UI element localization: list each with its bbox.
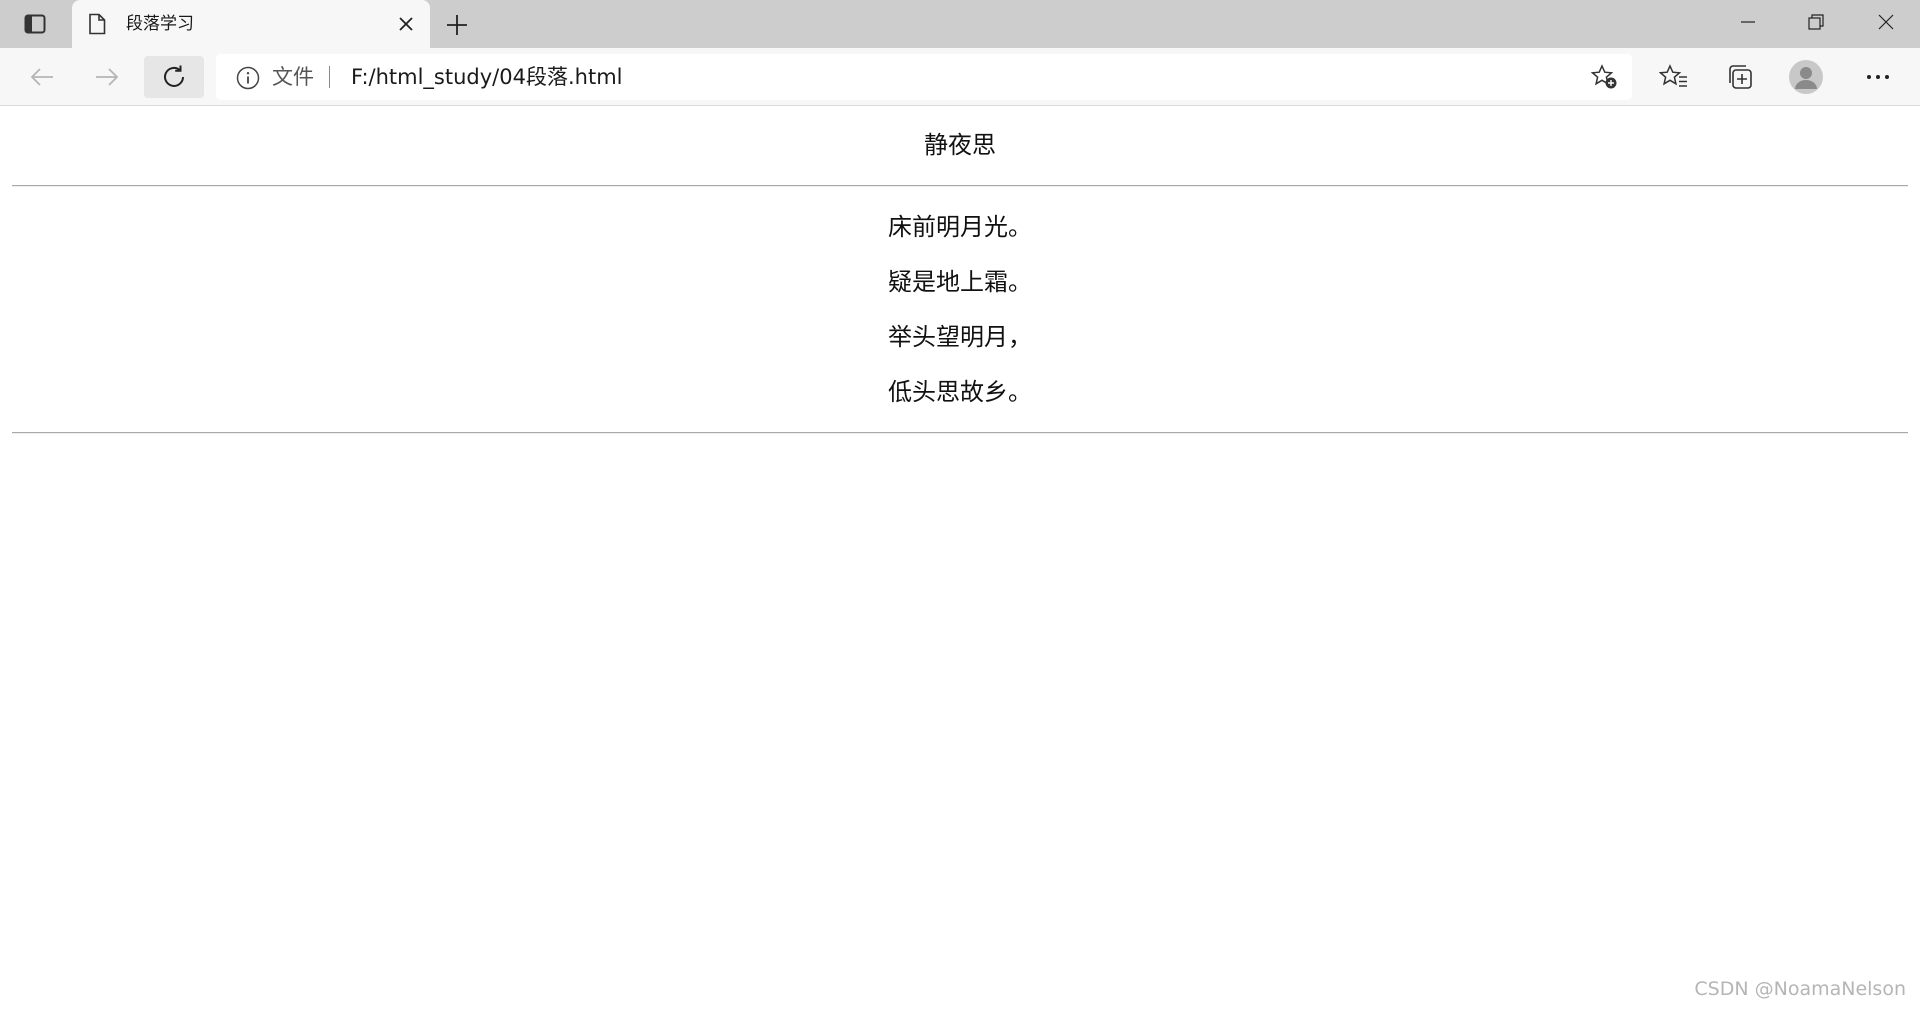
close-window-button[interactable] bbox=[1852, 0, 1920, 44]
poem-line-2: 疑是地上霜。 bbox=[888, 268, 1032, 296]
vertical-tabs-icon bbox=[24, 14, 46, 34]
new-tab-button[interactable] bbox=[442, 10, 472, 40]
tab-title: 段落学习 bbox=[126, 14, 194, 34]
address-bar[interactable]: 文件 F:/html_study/04段落.html bbox=[216, 54, 1632, 100]
poem-line-1: 床前明月光。 bbox=[888, 213, 1032, 241]
star-add-icon[interactable] bbox=[1590, 64, 1618, 90]
info-icon[interactable] bbox=[236, 66, 260, 90]
poem-line-3: 举头望明月， bbox=[888, 323, 1032, 351]
forward-button[interactable] bbox=[86, 56, 128, 98]
arrow-left-icon bbox=[30, 68, 53, 86]
profile-button[interactable] bbox=[1788, 59, 1824, 95]
tab-actions-button[interactable] bbox=[14, 8, 56, 40]
collections-icon bbox=[1729, 65, 1752, 89]
maximize-button[interactable] bbox=[1782, 0, 1850, 44]
scheme-label: 文件 bbox=[272, 65, 314, 89]
favorites-button[interactable] bbox=[1656, 59, 1692, 95]
arrow-right-icon bbox=[96, 68, 119, 86]
poem-line-4: 低头思故乡。 bbox=[888, 378, 1032, 406]
tab-strip: 段落学习 bbox=[0, 0, 1920, 48]
close-icon bbox=[399, 17, 413, 31]
tab-close-button[interactable] bbox=[394, 12, 418, 36]
watermark: CSDN @NoamaNelson bbox=[1694, 978, 1906, 1000]
favorites-icon bbox=[1659, 64, 1687, 87]
avatar-icon bbox=[1789, 60, 1823, 94]
back-button[interactable] bbox=[21, 56, 63, 98]
tab-active[interactable]: 段落学习 bbox=[72, 0, 430, 48]
page-content: 静夜思 床前明月光。 疑是地上霜。 举头望明月， 低头思故乡。 CSDN @No… bbox=[0, 107, 1920, 1009]
refresh-icon bbox=[164, 65, 184, 87]
more-button[interactable] bbox=[1860, 59, 1896, 95]
poem-title: 静夜思 bbox=[924, 131, 996, 159]
browser-toolbar: 文件 F:/html_study/04段落.html bbox=[0, 48, 1920, 106]
close-icon bbox=[1878, 14, 1894, 30]
collections-button[interactable] bbox=[1722, 59, 1758, 95]
minimize-button[interactable] bbox=[1714, 0, 1782, 44]
address-separator bbox=[329, 66, 330, 88]
restore-icon bbox=[1808, 14, 1824, 30]
minimize-icon bbox=[1741, 21, 1755, 23]
horizontal-rule-bottom bbox=[12, 432, 1908, 434]
url-text[interactable]: F:/html_study/04段落.html bbox=[351, 65, 622, 89]
ellipsis-icon bbox=[1867, 75, 1889, 79]
horizontal-rule-top bbox=[12, 185, 1908, 187]
document-icon bbox=[89, 13, 106, 35]
refresh-button[interactable] bbox=[144, 56, 204, 98]
plus-icon bbox=[447, 15, 467, 35]
